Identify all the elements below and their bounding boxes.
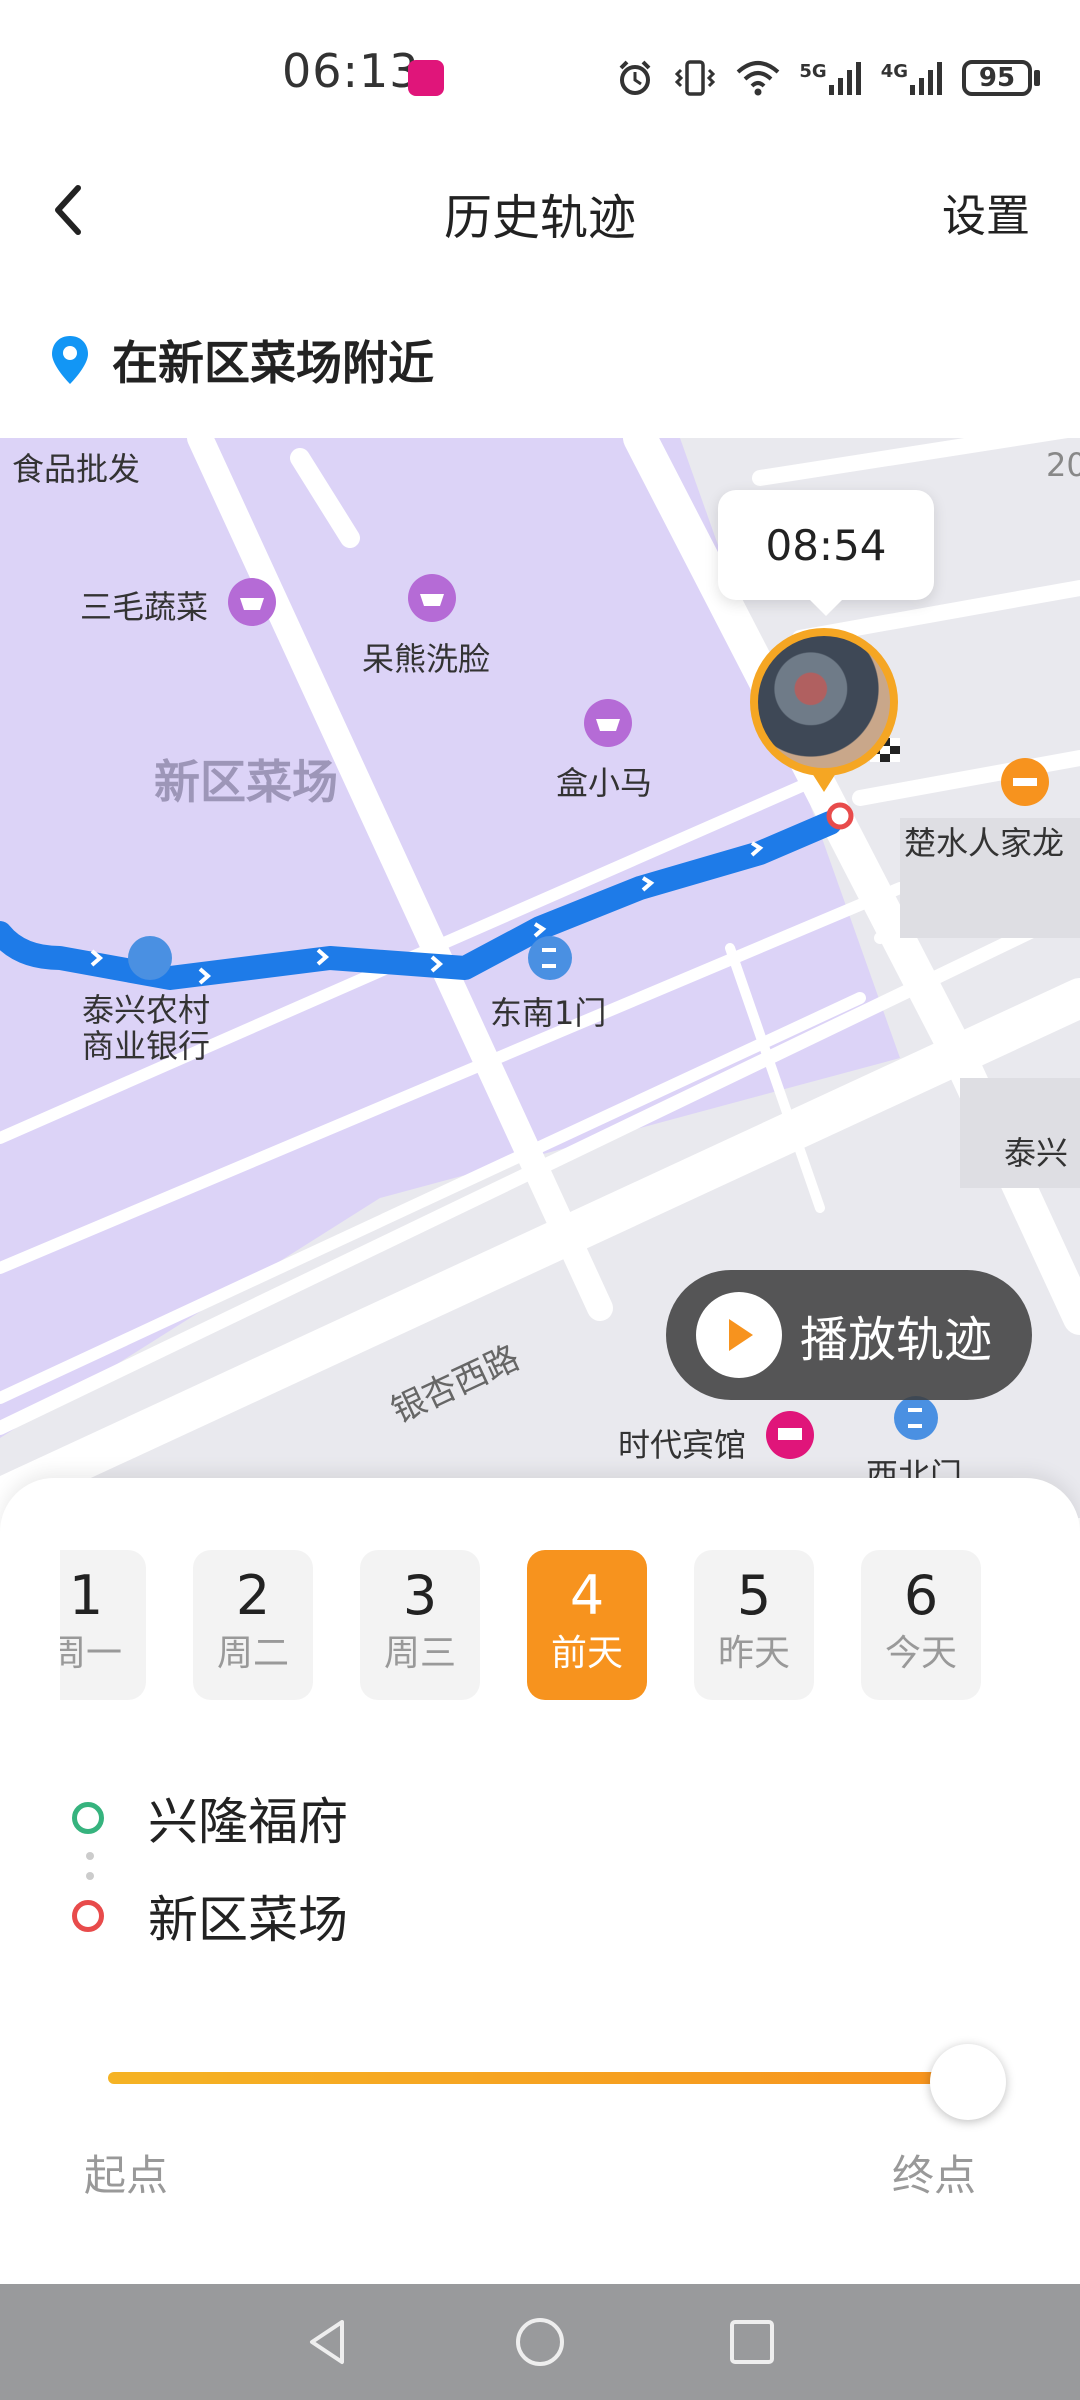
nav-home-icon[interactable] (514, 2316, 566, 2368)
signal-5g-icon: 5G (799, 61, 862, 95)
day-number: 4 (569, 1564, 605, 1627)
avatar-marker[interactable] (750, 628, 898, 776)
battery-level: 95 (962, 60, 1032, 96)
day-label: 周三 (383, 1633, 456, 1674)
avatar-marker-tail (810, 770, 838, 792)
settings-button[interactable]: 设置 (942, 180, 1030, 244)
poi-pin-chushui (1001, 758, 1049, 806)
day-tile-3[interactable]: 3 周三 (360, 1550, 480, 1700)
route-end-marker (826, 802, 854, 830)
route-connector-dot (86, 1872, 94, 1880)
slider-end-label: 终点 (892, 2151, 977, 2200)
poi-pin-hexiaoma (584, 699, 632, 747)
day-strip-fade (0, 1550, 60, 1700)
day-label: 昨天 (717, 1633, 790, 1674)
day-number: 5 (736, 1564, 772, 1627)
map-label-hexiaoma: 盒小马 (556, 764, 653, 802)
slider-track[interactable] (108, 2072, 968, 2084)
status-icons: 5G 4G 95 (615, 52, 1040, 104)
day-tile-5[interactable]: 5 昨天 (694, 1550, 814, 1700)
nav-back-icon[interactable] (302, 2316, 354, 2368)
poi-pin-southeast-gate (528, 936, 572, 980)
map-label-shidai-hotel: 时代宾馆 (618, 1426, 747, 1464)
map-label-district: 新区菜场 (154, 755, 338, 809)
location-pin-icon (52, 336, 88, 384)
day-label: 周二 (216, 1633, 289, 1674)
alarm-icon (619, 60, 651, 95)
route-start: 兴隆福府 (72, 1788, 348, 1851)
time-bubble-tail (808, 598, 844, 616)
day-tile-4[interactable]: 4 前天 (527, 1550, 647, 1700)
route-connector-dot (86, 1852, 94, 1860)
slider-start-label: 起点 (84, 2151, 169, 2200)
day-number: 6 (903, 1564, 939, 1627)
poi-pin-sanmao (228, 578, 276, 626)
location-text: 在新区菜场附近 (112, 336, 434, 390)
poi-pin-daixiong (408, 574, 456, 622)
play-icon (696, 1292, 782, 1378)
time-bubble: 08:54 (718, 490, 934, 600)
nav-recents-icon[interactable] (726, 2316, 778, 2368)
map-label-southeast-gate: 东南1门 (490, 994, 607, 1032)
poi-pin-bank (128, 936, 172, 980)
route-end-name: 新区菜场 (148, 1891, 348, 1949)
day-tile-6[interactable]: 6 今天 (861, 1550, 981, 1700)
navigation-bar (0, 2284, 1080, 2400)
day-tile-2[interactable]: 2 周二 (193, 1550, 313, 1700)
page-title: 历史轨迹 (443, 190, 636, 246)
map-label-chushui: 楚水人家龙 (904, 824, 1065, 862)
signal-4g-icon: 4G (881, 61, 944, 95)
play-track-button[interactable]: 播放轨迹 (666, 1270, 1032, 1400)
poi-pin-northwest-gate (894, 1396, 938, 1440)
map-road (752, 438, 1068, 486)
battery-icon: 95 (962, 60, 1040, 96)
map-label-edge-number: 20 (1046, 446, 1080, 484)
slider-thumb[interactable] (930, 2044, 1006, 2120)
map-label-sanmao: 三毛蔬菜 (80, 588, 209, 626)
network-4g-label: 4G (880, 61, 908, 82)
play-track-label: 播放轨迹 (800, 1312, 993, 1368)
day-label: 前天 (550, 1633, 623, 1674)
day-number: 2 (235, 1564, 271, 1627)
network-5g-label: 5G (799, 61, 827, 82)
end-dot-icon (72, 1900, 104, 1932)
wifi-icon (737, 61, 780, 96)
map-label-taixing-bank: 泰兴农村 商业银行 (82, 991, 211, 1065)
app-notification-icon (408, 60, 444, 96)
map-label-daixiong: 呆熊洗脸 (362, 640, 491, 678)
map-label-taixing-edge: 泰兴 (1004, 1134, 1069, 1172)
day-selector: 1 周一 2 周二 3 周三 4 前天 5 昨天 6 今天 (0, 1550, 1080, 1700)
poi-pin-hotel (766, 1411, 814, 1459)
map-label-food-wholesale: 食品批发 (12, 450, 141, 488)
route-end: 新区菜场 (72, 1886, 348, 1949)
status-bar: 06:13 5G 4G 95 (0, 0, 1080, 150)
day-label: 今天 (884, 1633, 957, 1674)
header: 历史轨迹 设置 (0, 150, 1080, 270)
route-start-name: 兴隆福府 (148, 1793, 348, 1851)
current-location: 在新区菜场附近 (50, 325, 434, 395)
start-dot-icon (72, 1802, 104, 1834)
day-number: 3 (402, 1564, 438, 1627)
avatar-photo (758, 636, 890, 768)
vibrate-icon (675, 60, 716, 96)
status-time: 06:13 (282, 44, 420, 98)
